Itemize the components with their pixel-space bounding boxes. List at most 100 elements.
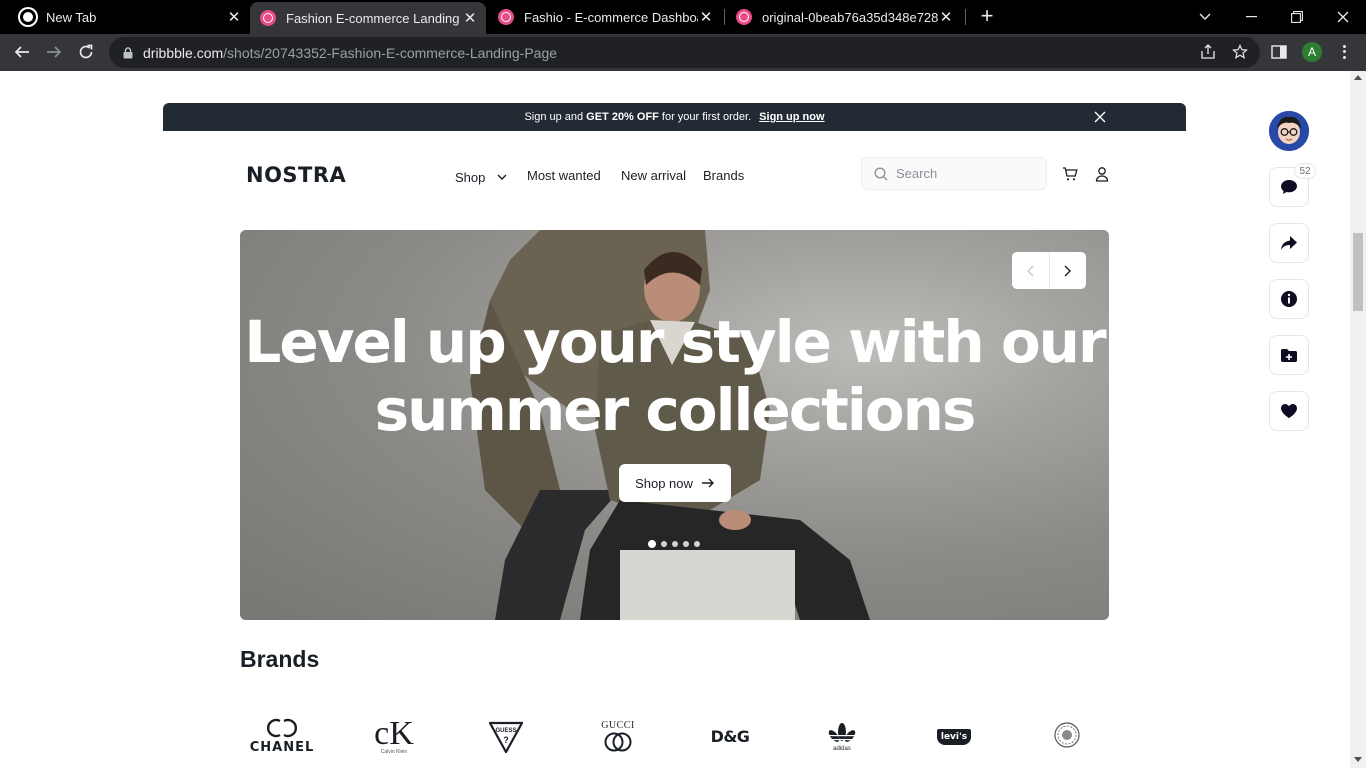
browser-toolbar: dribbble.com/shots/20743352-Fashion-E-co… [0,34,1366,71]
levis-logo[interactable]: levi's [934,714,974,759]
adidas-logo[interactable]: adidas [822,714,862,759]
dribbble-icon [736,9,752,25]
side-panel-icon[interactable] [1269,42,1289,62]
carousel-controls [1012,252,1086,289]
browser-menu-icon[interactable] [1336,42,1352,62]
forward-arrow-icon[interactable] [40,38,68,66]
tab-fashion-landing[interactable]: Fashion E-commerce Landing Page ✕ [250,2,486,34]
info-icon [1281,291,1297,307]
site-logo[interactable]: NOSTRA [246,163,346,187]
carousel-dot[interactable] [672,541,678,547]
share-icon[interactable] [1198,42,1218,62]
versace-medusa-icon [1054,721,1080,748]
like-button[interactable] [1269,391,1309,431]
nav-new-arrival[interactable]: New arrival [621,168,686,183]
dg-logo[interactable]: D&G [710,714,750,759]
folder-add-icon [1281,348,1297,362]
minimize-icon[interactable] [1228,0,1274,34]
arrow-right-icon [701,477,715,489]
ck-monogram: cK [374,714,414,752]
carousel-dot[interactable] [661,541,667,547]
tab-title: Fashion E-commerce Landing Page [286,10,462,26]
cart-icon[interactable] [1061,165,1079,183]
search-input[interactable] [896,166,1036,181]
chevron-right-icon [1064,265,1071,276]
hero-banner: Level up your style with our summer coll… [240,230,1109,620]
tab-search-chevron-icon[interactable] [1182,0,1228,34]
adidas-trefoil-icon [828,722,856,742]
nav-brands[interactable]: Brands [703,168,744,183]
promo-discount: GET 20% OFF [586,111,659,123]
tab-title: original-0beab76a35d348e728b9 [762,9,938,25]
tab-original-image[interactable]: original-0beab76a35d348e728b9 ✕ [736,0,958,34]
close-banner-icon[interactable] [1092,109,1108,125]
save-to-collection-button[interactable] [1269,335,1309,375]
url-path: /shots/20743352-Fashion-E-commerce-Landi… [223,44,558,61]
close-tab-icon[interactable]: ✕ [698,8,714,26]
tab-title: Fashio - E-commerce Dashboard [524,9,698,25]
designer-avatar[interactable] [1269,111,1309,151]
close-tab-icon[interactable]: ✕ [462,9,478,27]
browser-tab-strip: New Tab ✕ Fashion E-commerce Landing Pag… [0,0,1366,34]
chanel-logo[interactable]: CHANEL [250,714,313,759]
url-host: dribbble.com [143,44,224,61]
lock-icon[interactable] [121,46,135,60]
gucci-gg-icon [604,732,632,752]
calvin-klein-logo[interactable]: cK Calvin Klein [372,714,416,759]
search-icon [874,167,888,181]
chevron-down-icon [497,168,507,183]
search-box[interactable] [861,157,1047,190]
carousel-dot[interactable] [694,541,700,547]
nav-shop[interactable]: Shop [455,168,507,185]
tab-fashio-dashboard[interactable]: Fashio - E-commerce Dashboard ✕ [498,0,718,34]
share-button[interactable] [1269,223,1309,263]
shop-now-button[interactable]: Shop now [619,464,731,502]
brand-logo-row: CHANEL cK Calvin Klein GUESS? GUCCI D&G [240,714,1109,764]
carousel-prev-button[interactable] [1012,252,1049,289]
calvin-klein-wordmark: Calvin Klein [380,748,408,755]
promo-banner: Sign up and GET 20% OFF for your first o… [163,103,1186,131]
page-viewport: Sign up and GET 20% OFF for your first o… [0,71,1350,768]
adidas-wordmark: adidas [833,745,851,752]
promo-text: Sign up and [524,111,584,123]
close-window-icon[interactable] [1320,0,1366,34]
page-scrollbar[interactable] [1350,71,1366,768]
guess-triangle-icon: GUESS? [489,721,523,753]
scroll-up-arrow-icon[interactable] [1354,75,1362,80]
gucci-logo[interactable]: GUCCI [598,714,638,759]
tab-new-tab[interactable]: New Tab ✕ [20,0,242,34]
nav-shop-label: Shop [455,170,486,185]
carousel-dot[interactable] [683,541,689,547]
carousel-next-button[interactable] [1048,252,1087,289]
reload-icon[interactable] [72,38,100,66]
new-tab-plus-icon[interactable]: + [976,5,998,28]
share-arrow-icon [1281,236,1297,250]
avatar-illustration [1269,111,1309,151]
close-tab-icon[interactable]: ✕ [226,8,242,26]
profile-avatar[interactable]: A [1302,42,1322,62]
info-button[interactable] [1269,279,1309,319]
carousel-dot[interactable] [648,540,656,548]
scroll-down-arrow-icon[interactable] [1354,757,1362,762]
promo-signup-link[interactable]: Sign up now [759,111,824,123]
svg-text:?: ? [503,735,509,745]
guess-logo[interactable]: GUESS? [488,714,524,759]
restore-icon[interactable] [1274,0,1320,34]
close-tab-icon[interactable]: ✕ [938,8,954,26]
comment-count-badge: 52 [1294,163,1316,179]
address-bar[interactable]: dribbble.com/shots/20743352-Fashion-E-co… [109,37,1260,68]
nav-most-wanted[interactable]: Most wanted [527,168,601,183]
scrollbar-thumb[interactable] [1353,233,1363,311]
hero-headline-line1: Level up your style with our [244,308,1106,376]
bookmark-star-icon[interactable] [1230,42,1250,62]
versace-logo[interactable] [1052,714,1082,759]
tab-separator [965,9,966,25]
back-arrow-icon[interactable] [8,38,36,66]
svg-text:GUESS: GUESS [495,728,516,734]
tab-title: New Tab [46,9,97,25]
chrome-icon [20,9,36,25]
user-icon[interactable] [1093,165,1111,183]
dribbble-icon [260,10,276,26]
url-text: dribbble.com/shots/20743352-Fashion-E-co… [143,45,557,61]
carousel-dots [648,540,700,548]
